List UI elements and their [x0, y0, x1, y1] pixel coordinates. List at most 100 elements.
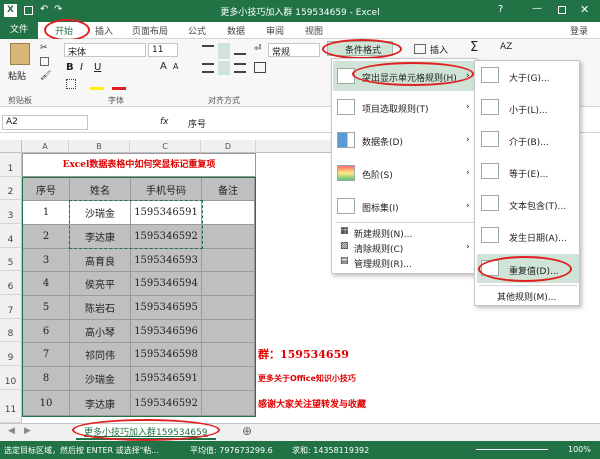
- table-cell[interactable]: [202, 320, 255, 343]
- col-header-a[interactable]: A: [22, 140, 69, 153]
- align-middle-icon[interactable]: [218, 43, 230, 59]
- table-cell[interactable]: 5: [23, 296, 70, 320]
- row-header-8[interactable]: 8: [0, 319, 22, 342]
- table-cell[interactable]: [202, 296, 255, 320]
- row-header-1[interactable]: 1: [0, 153, 22, 177]
- table-cell[interactable]: 8: [23, 367, 70, 391]
- italic-button[interactable]: I: [80, 62, 83, 73]
- fill-color-icon[interactable]: [90, 87, 104, 90]
- table-cell[interactable]: 1595346591: [131, 367, 202, 391]
- table-cell[interactable]: 4: [23, 272, 70, 296]
- table-cell[interactable]: 侯亮平: [70, 272, 131, 296]
- tab-data[interactable]: 数据: [227, 24, 245, 37]
- header-note[interactable]: 备注: [202, 178, 255, 201]
- col-header-rest[interactable]: [256, 140, 332, 153]
- tab-file[interactable]: 文件: [0, 22, 38, 39]
- table-cell[interactable]: 3: [23, 249, 70, 272]
- tab-insert[interactable]: 插入: [95, 24, 113, 37]
- align-bottom-icon[interactable]: [234, 45, 246, 55]
- submenu-item-date[interactable]: 发生日期(A)...: [509, 231, 567, 244]
- menu-item-top-bottom[interactable]: 项目选取规则(T): [362, 102, 429, 115]
- table-cell[interactable]: 高育良: [70, 249, 131, 272]
- sheet-nav-prev-icon[interactable]: ◀: [8, 426, 15, 436]
- table-cell[interactable]: [202, 272, 255, 296]
- sort-filter-icon[interactable]: AZ: [500, 42, 512, 52]
- wrap-text-icon[interactable]: ⏎: [254, 44, 262, 54]
- submenu-item-between[interactable]: 介于(B)...: [509, 135, 549, 148]
- autosum-button[interactable]: Σ: [470, 40, 478, 55]
- menu-item-data-bars[interactable]: 数据条(D): [362, 135, 403, 148]
- border-icon[interactable]: [66, 79, 76, 89]
- table-cell[interactable]: 6: [23, 320, 70, 343]
- table-cell[interactable]: 1: [23, 201, 70, 225]
- font-name-select[interactable]: 宋体: [64, 43, 146, 58]
- align-right-icon[interactable]: [234, 63, 246, 73]
- table-cell[interactable]: 1595346594: [131, 272, 202, 296]
- col-header-d[interactable]: D: [201, 140, 256, 153]
- align-top-icon[interactable]: [202, 45, 214, 55]
- row-header-6[interactable]: 6: [0, 271, 22, 295]
- table-cell[interactable]: 1595346596: [131, 320, 202, 343]
- close-icon[interactable]: ✕: [580, 3, 589, 16]
- table-cell[interactable]: [202, 201, 255, 225]
- cut-icon[interactable]: ✂: [40, 43, 48, 53]
- sheet-nav-next-icon[interactable]: ▶: [24, 426, 31, 436]
- zoom-slider[interactable]: [476, 449, 548, 450]
- add-sheet-icon[interactable]: ⊕: [242, 424, 252, 438]
- menu-item-icon-sets[interactable]: 图标集(I): [362, 201, 399, 214]
- font-grow-button[interactable]: A: [160, 61, 167, 72]
- row-header-4[interactable]: 4: [0, 224, 22, 248]
- row-header-2[interactable]: 2: [0, 177, 22, 200]
- col-header-b[interactable]: B: [69, 140, 130, 153]
- menu-item-new-rule[interactable]: 新建规则(N)...: [354, 227, 412, 240]
- header-name[interactable]: 姓名: [70, 178, 131, 201]
- tab-page-layout[interactable]: 页面布局: [132, 24, 168, 37]
- align-left-icon[interactable]: [202, 63, 214, 73]
- sign-in-link[interactable]: 登录: [570, 24, 588, 37]
- table-cell[interactable]: 2: [23, 225, 70, 249]
- row-header-5[interactable]: 5: [0, 248, 22, 271]
- number-format-select[interactable]: 常规: [268, 43, 320, 58]
- table-cell[interactable]: 1595346593: [131, 249, 202, 272]
- font-color-icon[interactable]: [112, 87, 126, 90]
- minimize-icon[interactable]: —: [532, 3, 542, 14]
- menu-item-manage-rules[interactable]: 管理规则(R)...: [354, 257, 412, 270]
- menu-item-clear-rules[interactable]: 清除规则(C): [354, 242, 403, 255]
- table-cell[interactable]: 祁同伟: [70, 343, 131, 367]
- font-shrink-button[interactable]: A: [173, 62, 178, 71]
- corner-select-all[interactable]: [0, 140, 22, 153]
- formula-input[interactable]: 序号: [184, 115, 332, 130]
- header-seq[interactable]: 序号: [23, 178, 70, 201]
- table-cell[interactable]: 李达康: [70, 391, 131, 416]
- merge-center-icon[interactable]: [254, 62, 266, 73]
- align-center-icon[interactable]: [218, 61, 230, 75]
- tab-review[interactable]: 审阅: [266, 24, 284, 37]
- row-header-3[interactable]: 3: [0, 200, 22, 224]
- submenu-item-equal[interactable]: 等于(E)...: [509, 167, 548, 180]
- table-cell[interactable]: 陈岩石: [70, 296, 131, 320]
- row-header-7[interactable]: 7: [0, 295, 22, 319]
- submenu-item-more-rules[interactable]: 其他规则(M)...: [497, 290, 556, 303]
- row-header-11[interactable]: 11: [0, 390, 22, 423]
- submenu-item-greater[interactable]: 大于(G)...: [509, 71, 550, 84]
- submenu-item-text-contains[interactable]: 文本包含(T)...: [509, 199, 566, 212]
- tab-formulas[interactable]: 公式: [188, 24, 206, 37]
- insert-label[interactable]: 插入: [430, 43, 448, 56]
- maximize-icon[interactable]: [558, 6, 566, 14]
- zoom-level[interactable]: 100%: [568, 445, 591, 454]
- menu-item-color-scales[interactable]: 色阶(S): [362, 168, 393, 181]
- row-header-9[interactable]: 9: [0, 342, 22, 366]
- table-cell[interactable]: 10: [23, 391, 70, 416]
- format-painter-icon[interactable]: 🖌: [40, 71, 51, 81]
- table-cell[interactable]: 7: [23, 343, 70, 367]
- name-box[interactable]: A2: [2, 115, 88, 130]
- table-cell[interactable]: [202, 225, 255, 249]
- copy-icon[interactable]: [40, 57, 49, 66]
- submenu-item-less[interactable]: 小于(L)...: [509, 103, 548, 116]
- header-phone[interactable]: 手机号码: [131, 178, 202, 201]
- bold-button[interactable]: B: [66, 62, 74, 73]
- table-cell[interactable]: [202, 367, 255, 391]
- paste-icon[interactable]: [10, 43, 30, 65]
- table-cell[interactable]: 1595346592: [131, 391, 202, 416]
- insert-cells-icon[interactable]: [414, 44, 426, 54]
